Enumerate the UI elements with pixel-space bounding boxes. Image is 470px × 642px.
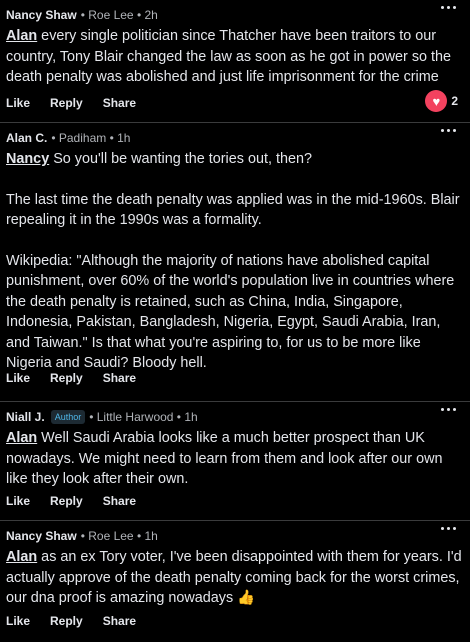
comment-meta: • Little Harwood • 1h xyxy=(89,410,198,424)
comment-body: Alan as an ex Tory voter, I've been disa… xyxy=(6,547,462,609)
reaction-summary[interactable]: ♥ 2 xyxy=(425,90,458,112)
comment-actions: Like Reply Share xyxy=(6,494,136,508)
reaction-count: 2 xyxy=(451,94,458,108)
comment-header: Nancy Shaw • Roe Lee • 2h xyxy=(6,0,462,26)
like-button[interactable]: Like xyxy=(6,494,30,508)
comment-author[interactable]: Nancy Shaw xyxy=(6,8,77,22)
comment-author[interactable]: Niall J. xyxy=(6,410,45,424)
more-options-icon[interactable] xyxy=(441,527,456,530)
comment: Alan C. • Padiham • 1h Nancy So you'll b… xyxy=(0,123,470,401)
comment-text: So you'll be wanting the tories out, the… xyxy=(49,151,312,167)
comment-text: Well Saudi Arabia looks like a much bett… xyxy=(6,430,443,487)
comment-header: Alan C. • Padiham • 1h xyxy=(6,123,462,149)
mention-link[interactable]: Nancy xyxy=(6,151,49,167)
author-badge: Author xyxy=(50,410,86,424)
more-options-icon[interactable] xyxy=(441,129,456,132)
reply-button[interactable]: Reply xyxy=(50,371,83,385)
share-button[interactable]: Share xyxy=(103,96,136,110)
comment: Nancy Shaw • Roe Lee • 1h Alan as an ex … xyxy=(0,521,470,642)
mention-link[interactable]: Alan xyxy=(6,430,37,446)
comment-author[interactable]: Alan C. xyxy=(6,131,47,145)
like-button[interactable]: Like xyxy=(6,96,30,110)
share-button[interactable]: Share xyxy=(103,614,136,628)
comment-body: Nancy So you'll be wanting the tories ou… xyxy=(6,149,462,374)
comment-header: Nancy Shaw • Roe Lee • 1h xyxy=(6,521,462,547)
comment-text: as an ex Tory voter, I've been disappoin… xyxy=(6,549,462,606)
comment-text: The last time the death penalty was appl… xyxy=(6,191,460,229)
comment: Niall J. Author • Little Harwood • 1h Al… xyxy=(0,402,470,520)
comment-actions: Like Reply Share xyxy=(6,96,136,110)
comment-text: Wikipedia: "Although the majority of nat… xyxy=(6,252,455,372)
mention-link[interactable]: Alan xyxy=(6,28,37,44)
comment-meta: • Roe Lee • 2h xyxy=(80,8,158,22)
more-options-icon[interactable] xyxy=(441,408,456,411)
comment-meta: • Padiham • 1h xyxy=(51,131,131,145)
comment-text: every single politician since Thatcher h… xyxy=(6,28,452,85)
comment-actions: Like Reply Share xyxy=(6,371,136,385)
share-button[interactable]: Share xyxy=(103,371,136,385)
mention-link[interactable]: Alan xyxy=(6,549,37,565)
comment-body: Alan every single politician since Thatc… xyxy=(6,26,462,88)
more-options-icon[interactable] xyxy=(441,6,456,9)
heart-icon: ♥ xyxy=(425,90,448,112)
comment-author[interactable]: Nancy Shaw xyxy=(6,529,77,543)
reply-button[interactable]: Reply xyxy=(50,614,83,628)
reply-button[interactable]: Reply xyxy=(50,494,83,508)
comment-actions: Like Reply Share xyxy=(6,614,136,628)
like-button[interactable]: Like xyxy=(6,371,30,385)
share-button[interactable]: Share xyxy=(103,494,136,508)
comment-body: Alan Well Saudi Arabia looks like a much… xyxy=(6,428,462,490)
comment-meta: • Roe Lee • 1h xyxy=(80,529,158,543)
comment-header: Niall J. Author • Little Harwood • 1h xyxy=(6,402,462,428)
like-button[interactable]: Like xyxy=(6,614,30,628)
reply-button[interactable]: Reply xyxy=(50,96,83,110)
comment: Nancy Shaw • Roe Lee • 2h Alan every sin… xyxy=(0,0,470,122)
